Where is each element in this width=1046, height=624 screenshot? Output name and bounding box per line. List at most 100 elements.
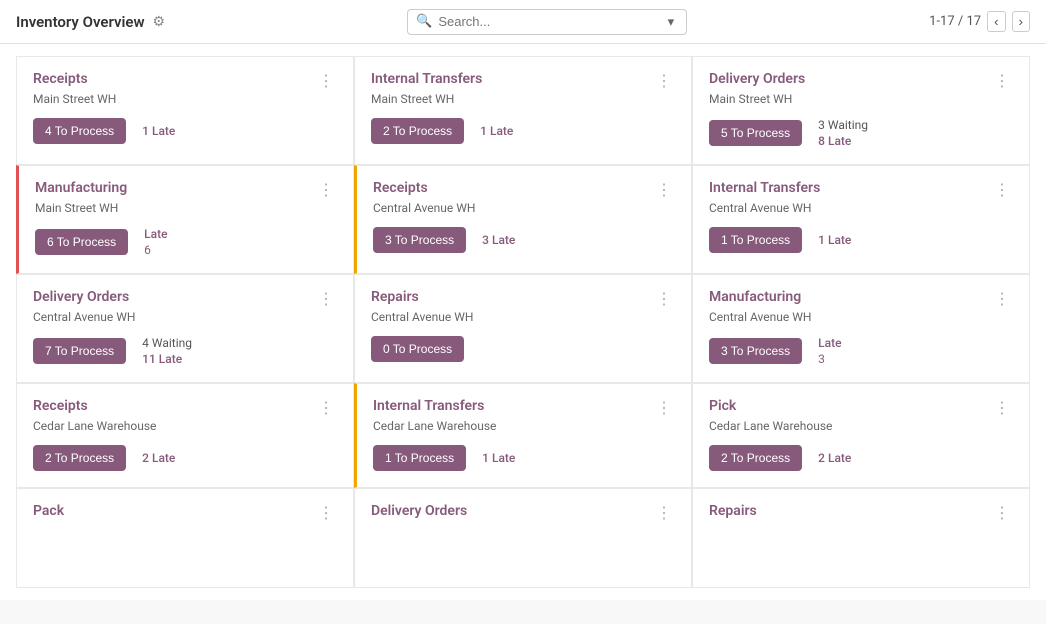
card-title[interactable]: Delivery Orders xyxy=(33,289,129,305)
stat-item: 2 Late xyxy=(818,451,851,465)
inventory-card: Delivery Orders ⋮ Central Avenue WH 7 To… xyxy=(16,274,354,383)
pagination: 1-17 / 17 ‹ › xyxy=(929,11,1030,32)
process-button[interactable]: 6 To Process xyxy=(35,229,128,255)
card-body: 3 To Process Late3 xyxy=(709,336,1013,366)
process-button[interactable]: 3 To Process xyxy=(373,227,466,253)
process-button[interactable]: 2 To Process xyxy=(371,118,464,144)
card-menu-icon[interactable]: ⋮ xyxy=(316,71,337,90)
card-menu-icon[interactable]: ⋮ xyxy=(316,503,337,522)
card-body: 1 To Process 1 Late xyxy=(373,445,675,471)
card-subtitle: Cedar Lane Warehouse xyxy=(373,419,675,433)
card-menu-icon[interactable]: ⋮ xyxy=(654,398,675,417)
search-bar: 🔍 ▾ xyxy=(407,9,687,35)
card-body: 4 To Process 1 Late xyxy=(33,118,337,144)
process-button[interactable]: 1 To Process xyxy=(373,445,466,471)
card-header: Receipts ⋮ xyxy=(33,71,337,90)
card-title[interactable]: Delivery Orders xyxy=(371,503,467,519)
card-title[interactable]: Internal Transfers xyxy=(373,398,484,414)
card-stats: 2 Late xyxy=(818,451,851,465)
card-subtitle: Cedar Lane Warehouse xyxy=(33,419,337,433)
card-title[interactable]: Receipts xyxy=(33,398,88,414)
card-body: 2 To Process 2 Late xyxy=(33,445,337,471)
card-menu-icon[interactable]: ⋮ xyxy=(992,503,1013,522)
card-subtitle: Central Avenue WH xyxy=(33,310,337,324)
card-header: Repairs ⋮ xyxy=(371,289,675,308)
inventory-card: Pick ⋮ Cedar Lane Warehouse 2 To Process… xyxy=(692,383,1030,488)
next-page-button[interactable]: › xyxy=(1012,11,1030,32)
card-body: 3 To Process 3 Late xyxy=(373,227,675,253)
gear-icon[interactable]: ⚙ xyxy=(153,14,166,30)
card-title[interactable]: Pick xyxy=(709,398,736,414)
card-stats: Late3 xyxy=(818,336,841,366)
card-header: Receipts ⋮ xyxy=(373,180,675,199)
card-menu-icon[interactable]: ⋮ xyxy=(654,71,675,90)
card-stats: 1 Late xyxy=(482,451,515,465)
card-stats: Late6 xyxy=(144,227,167,257)
pagination-text: 1-17 / 17 xyxy=(929,14,981,29)
card-title[interactable]: Manufacturing xyxy=(35,180,127,196)
process-button[interactable]: 7 To Process xyxy=(33,338,126,364)
process-button[interactable]: 1 To Process xyxy=(709,227,802,253)
card-title[interactable]: Delivery Orders xyxy=(709,71,805,87)
card-menu-icon[interactable]: ⋮ xyxy=(316,180,337,199)
card-subtitle: Central Avenue WH xyxy=(709,201,1013,215)
stat-item: 3 Late xyxy=(482,233,515,247)
process-button[interactable]: 5 To Process xyxy=(709,120,802,146)
process-button[interactable]: 3 To Process xyxy=(709,338,802,364)
card-header: Internal Transfers ⋮ xyxy=(371,71,675,90)
card-subtitle: Central Avenue WH xyxy=(371,310,675,324)
card-title[interactable]: Repairs xyxy=(371,289,419,305)
stat-item: 11 Late xyxy=(142,352,192,366)
card-menu-icon[interactable]: ⋮ xyxy=(316,289,337,308)
search-icon: 🔍 xyxy=(416,14,432,29)
stat-item: 3 xyxy=(818,352,841,366)
card-title[interactable]: Repairs xyxy=(709,503,757,519)
card-header: Receipts ⋮ xyxy=(33,398,337,417)
card-subtitle: Main Street WH xyxy=(35,201,337,215)
card-header: Delivery Orders ⋮ xyxy=(709,71,1013,90)
inventory-card: Repairs ⋮ Central Avenue WH 0 To Process xyxy=(354,274,692,383)
card-menu-icon[interactable]: ⋮ xyxy=(992,289,1013,308)
card-header: Pack ⋮ xyxy=(33,503,337,522)
card-menu-icon[interactable]: ⋮ xyxy=(992,71,1013,90)
card-title[interactable]: Pack xyxy=(33,503,64,519)
card-body: 1 To Process 1 Late xyxy=(709,227,1013,253)
card-menu-icon[interactable]: ⋮ xyxy=(992,398,1013,417)
process-button[interactable]: 0 To Process xyxy=(371,336,464,362)
inventory-card: Manufacturing ⋮ Main Street WH 6 To Proc… xyxy=(16,165,354,274)
card-title[interactable]: Receipts xyxy=(373,180,428,196)
card-stats: 3 Late xyxy=(482,233,515,247)
card-menu-icon[interactable]: ⋮ xyxy=(316,398,337,417)
process-button[interactable]: 2 To Process xyxy=(709,445,802,471)
card-stats: 1 Late xyxy=(480,124,513,138)
card-body: 6 To Process Late6 xyxy=(35,227,337,257)
inventory-card: Receipts ⋮ Central Avenue WH 3 To Proces… xyxy=(354,165,692,274)
process-button[interactable]: 2 To Process xyxy=(33,445,126,471)
stat-item: 1 Late xyxy=(480,124,513,138)
card-title[interactable]: Manufacturing xyxy=(709,289,801,305)
card-subtitle: Central Avenue WH xyxy=(373,201,675,215)
card-menu-icon[interactable]: ⋮ xyxy=(654,289,675,308)
card-subtitle: Main Street WH xyxy=(371,92,675,106)
prev-page-button[interactable]: ‹ xyxy=(987,11,1005,32)
stat-item: 3 Waiting xyxy=(818,118,868,132)
card-menu-icon[interactable]: ⋮ xyxy=(654,180,675,199)
card-stats: 3 Waiting8 Late xyxy=(818,118,868,148)
process-button[interactable]: 4 To Process xyxy=(33,118,126,144)
card-title[interactable]: Receipts xyxy=(33,71,88,87)
card-subtitle: Main Street WH xyxy=(709,92,1013,106)
card-body: 0 To Process xyxy=(371,336,675,362)
search-dropdown-button[interactable]: ▾ xyxy=(664,14,679,30)
card-stats: 1 Late xyxy=(142,124,175,138)
card-header: Manufacturing ⋮ xyxy=(35,180,337,199)
card-header: Delivery Orders ⋮ xyxy=(371,503,675,522)
card-header: Repairs ⋮ xyxy=(709,503,1013,522)
card-header: Delivery Orders ⋮ xyxy=(33,289,337,308)
page-title: Inventory Overview xyxy=(16,13,145,31)
card-menu-icon[interactable]: ⋮ xyxy=(992,180,1013,199)
card-menu-icon[interactable]: ⋮ xyxy=(654,503,675,522)
card-title[interactable]: Internal Transfers xyxy=(709,180,820,196)
card-title[interactable]: Internal Transfers xyxy=(371,71,482,87)
search-input[interactable] xyxy=(438,14,657,29)
inventory-card: Delivery Orders ⋮ Main Street WH 5 To Pr… xyxy=(692,56,1030,165)
